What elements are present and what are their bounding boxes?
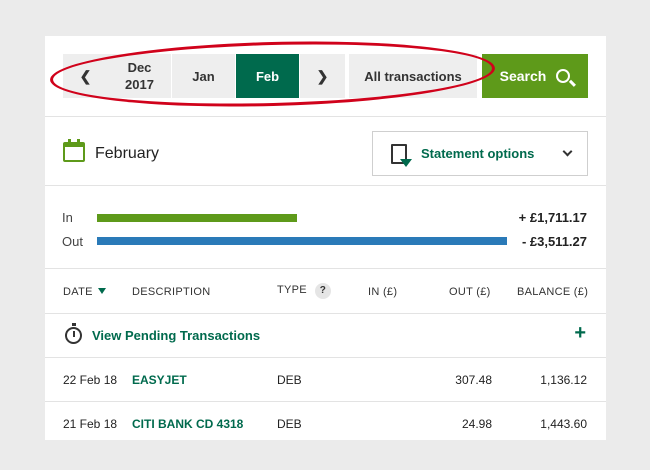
row-balance: 1,136.12 (540, 373, 587, 387)
document-download-icon (391, 143, 412, 167)
month-feb[interactable]: Feb (236, 54, 299, 98)
table-row: 22 Feb 18 EASYJET DEB 307.48 1,136.12 (45, 358, 606, 402)
statement-options-label: Statement options (421, 146, 535, 161)
date-column-header[interactable]: DATE (63, 286, 106, 298)
chevron-right-icon: ❯ (316, 67, 329, 84)
prev-month-button[interactable]: ❮ (63, 54, 108, 98)
statement-panel: ❮ Dec 2017 Jan Feb ❯ All transactions Sea… (45, 36, 606, 470)
help-icon[interactable]: ? (314, 283, 331, 299)
row-out: 24.98 (461, 417, 492, 431)
row-balance: 1,443.60 (540, 417, 587, 431)
out-bar (97, 237, 507, 245)
expand-plus-icon[interactable]: + (574, 322, 586, 345)
description-column-header: DESCRIPTION (132, 286, 211, 298)
in-column-header: IN (£) (368, 286, 398, 298)
calendar-icon (63, 139, 85, 162)
row-type: DEB (277, 417, 302, 431)
chevron-left-icon: ❮ (79, 67, 92, 84)
table-header: DATE DESCRIPTION TYPE? IN (£) OUT (£) BA… (45, 269, 606, 314)
torn-edge (0, 440, 650, 470)
month-dec-2017[interactable]: Dec 2017 (108, 54, 171, 98)
row-date: 21 Feb 18 (63, 417, 118, 431)
all-transactions-label: All transactions (364, 68, 462, 84)
out-amount: - £3,511.27 (521, 234, 587, 249)
type-column-header: TYPE? (277, 283, 331, 299)
month-jan[interactable]: Jan (172, 54, 235, 98)
month-label: Jan (192, 68, 215, 84)
type-header-label: TYPE (277, 284, 307, 296)
search-button[interactable]: Search (482, 54, 588, 98)
all-transactions-button[interactable]: All transactions (349, 54, 477, 98)
row-out: 307.48 (455, 373, 492, 387)
statement-options-button[interactable]: Statement options (372, 131, 588, 176)
period-header: February Statement options (45, 117, 606, 186)
row-description-link[interactable]: EASYJET (132, 373, 187, 387)
year-label: 2017 (125, 77, 154, 92)
in-out-summary: In + £1,711.17 Out - £3,511.27 (45, 186, 606, 269)
pending-transactions-row[interactable]: View Pending Transactions + (45, 314, 606, 358)
out-column-header: OUT (£) (449, 286, 491, 298)
search-label: Search (499, 67, 547, 84)
row-type: DEB (277, 373, 302, 387)
month-navigation: ❮ Dec 2017 Jan Feb ❯ All transactions Sea… (45, 36, 606, 117)
in-amount: + £1,711.17 (518, 210, 587, 225)
balance-column-header: BALANCE (£) (517, 286, 589, 298)
row-date: 22 Feb 18 (63, 373, 118, 387)
out-label: Out (62, 234, 83, 249)
row-description-link[interactable]: CITI BANK CD 4318 (132, 417, 243, 431)
search-icon (556, 69, 571, 83)
sort-down-icon (97, 288, 106, 294)
view-pending-link[interactable]: View Pending Transactions (92, 328, 260, 343)
period-title: February (95, 145, 160, 162)
month-label: Dec (127, 60, 152, 75)
stopwatch-icon (65, 323, 82, 344)
chevron-down-icon (562, 146, 573, 157)
month-label: Feb (255, 68, 280, 84)
in-bar (97, 214, 297, 222)
next-month-button[interactable]: ❯ (300, 54, 345, 98)
in-label: In (62, 210, 73, 225)
date-header-label: DATE (63, 286, 93, 298)
